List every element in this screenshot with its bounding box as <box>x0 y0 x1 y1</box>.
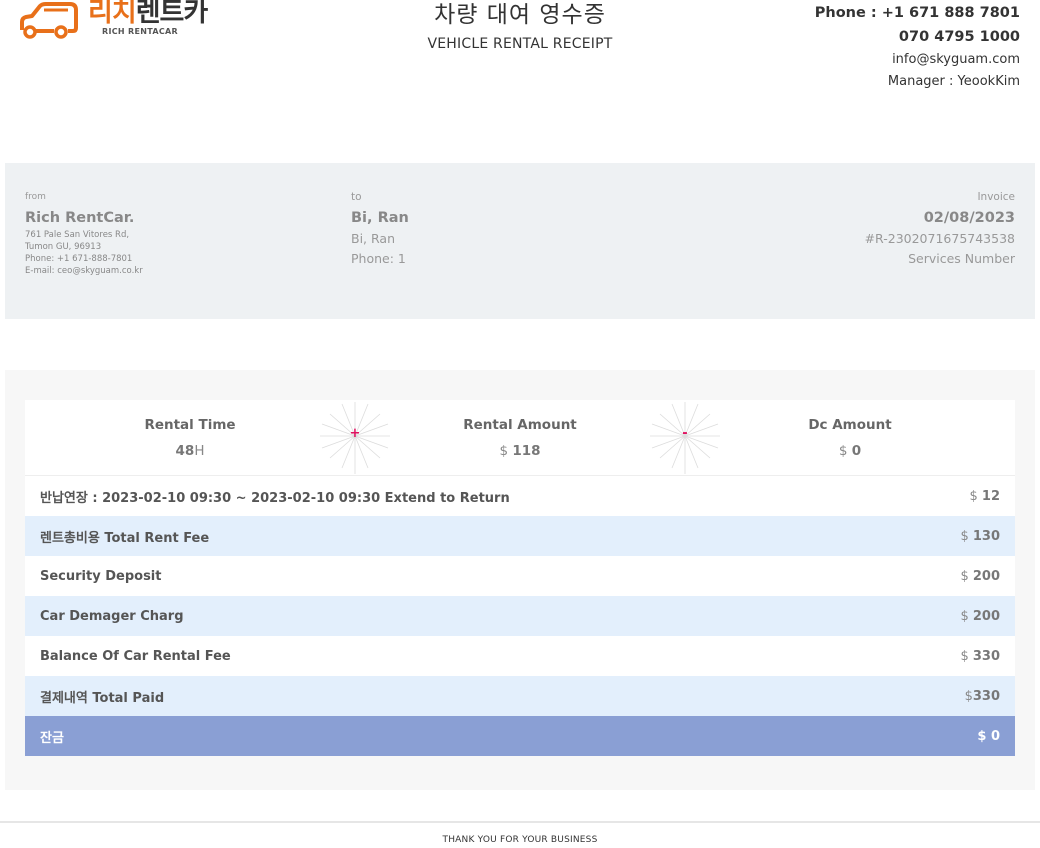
charge-row-label: 렌트총비용 Total Rent Fee <box>40 530 210 546</box>
dc-amount-value: $ 0 <box>838 443 862 459</box>
rental-amount-stat: Rental Amount $ 118 <box>390 416 650 460</box>
from-section: from Rich RentCar. 761 Pale San Vitores … <box>25 191 143 277</box>
charge-row-extend: 반납연장 : 2023-02-10 09:30 ~ 2023-02-10 09:… <box>25 476 1015 516</box>
contact-phone: Phone : +1 671 888 7801 <box>814 5 1020 21</box>
dc-amount-label: Dc Amount <box>808 417 892 433</box>
charge-row-label: 결제내역 Total Paid <box>40 690 165 706</box>
charge-row-amount: $ 130 <box>960 528 1000 544</box>
rental-time-value: 48H <box>175 443 205 459</box>
footer-divider <box>0 821 1040 823</box>
charge-row-amount: $ 200 <box>960 568 1000 584</box>
charge-row-label: 반납연장 : 2023-02-10 09:30 ~ 2023-02-10 09:… <box>40 490 510 506</box>
invoice-label: Invoice <box>977 191 1015 203</box>
from-address-1: 761 Pale San Vitores Rd, <box>25 230 130 240</box>
rental-time-label: Rental Time <box>144 417 236 433</box>
from-address-2: Tumon GU, 96913 <box>25 242 102 252</box>
charge-row-label: Balance Of Car Rental Fee <box>40 648 231 664</box>
invoice-number: #R-2302071675743538 <box>864 231 1015 246</box>
charge-row-label: Security Deposit <box>40 568 162 584</box>
charge-row-total-paid: 결제내역 Total Paid $330 <box>25 676 1015 716</box>
charge-rows: 반납연장 : 2023-02-10 09:30 ~ 2023-02-10 09:… <box>25 476 1015 756</box>
charge-row-amount: $ 330 <box>960 648 1000 664</box>
from-phone: Phone: +1 671-888-7801 <box>25 254 133 264</box>
to-name: Bi, Ran <box>351 210 409 226</box>
charge-row-amount: $ 200 <box>960 608 1000 624</box>
contact-phone-2: 070 4795 1000 <box>898 29 1020 45</box>
company-contact: Phone : +1 671 888 7801 070 4795 1000 in… <box>815 4 1020 90</box>
from-name: Rich RentCar. <box>25 210 135 226</box>
charge-row-amount: $ 0 <box>977 728 1000 744</box>
invoice-info-band: from Rich RentCar. 761 Pale San Vitores … <box>5 163 1035 319</box>
rental-amount-value: $ 118 <box>499 443 541 459</box>
charge-row-remaining-balance: 잔금 $ 0 <box>25 716 1015 756</box>
invoice-section: Invoice 02/08/2023 #R-2302071675743538 S… <box>865 191 1015 267</box>
charge-row-amount: $ 12 <box>969 488 1000 504</box>
plus-sign: + <box>349 426 361 441</box>
to-section: to Bi, Ran Bi, Ran Phone: 1 <box>351 191 409 267</box>
invoice-date: 02/08/2023 <box>923 210 1015 226</box>
minus-sign: - <box>682 426 688 441</box>
charge-row-balance: Balance Of Car Rental Fee $ 330 <box>25 636 1015 676</box>
invoice-services: Services Number <box>908 251 1015 266</box>
charge-row-label: 잔금 <box>40 730 64 746</box>
contact-email: info@skyguam.com <box>892 52 1020 67</box>
footer-text: THANK YOU FOR YOUR BUSINESS <box>442 835 598 845</box>
rental-summary: Rental Time 48H + Rental Amount $ 118 - … <box>25 400 1015 476</box>
from-email: E-mail: ceo@skyguam.co.kr <box>25 266 143 276</box>
to-line: Bi, Ran <box>351 231 395 246</box>
charges-panel: Rental Time 48H + Rental Amount $ 118 - … <box>5 370 1035 790</box>
charge-row-security-deposit: Security Deposit $ 200 <box>25 556 1015 596</box>
to-phone: Phone: 1 <box>351 251 406 266</box>
charge-row-label: Car Demager Charg <box>40 608 184 624</box>
charge-row-total-rent-fee: 렌트총비용 Total Rent Fee $ 130 <box>25 516 1015 556</box>
plus-operator: + <box>320 400 390 476</box>
to-label: to <box>351 191 362 203</box>
rental-time-stat: Rental Time 48H <box>60 416 320 460</box>
charge-row-car-damage: Car Demager Charg $ 200 <box>25 596 1015 636</box>
rental-amount-label: Rental Amount <box>463 417 577 433</box>
from-label: from <box>25 192 46 202</box>
contact-manager: Manager : YeookKim <box>887 74 1020 89</box>
minus-operator: - <box>650 400 720 476</box>
dc-amount-stat: Dc Amount $ 0 <box>720 416 980 460</box>
charge-row-amount: $330 <box>964 688 1000 704</box>
